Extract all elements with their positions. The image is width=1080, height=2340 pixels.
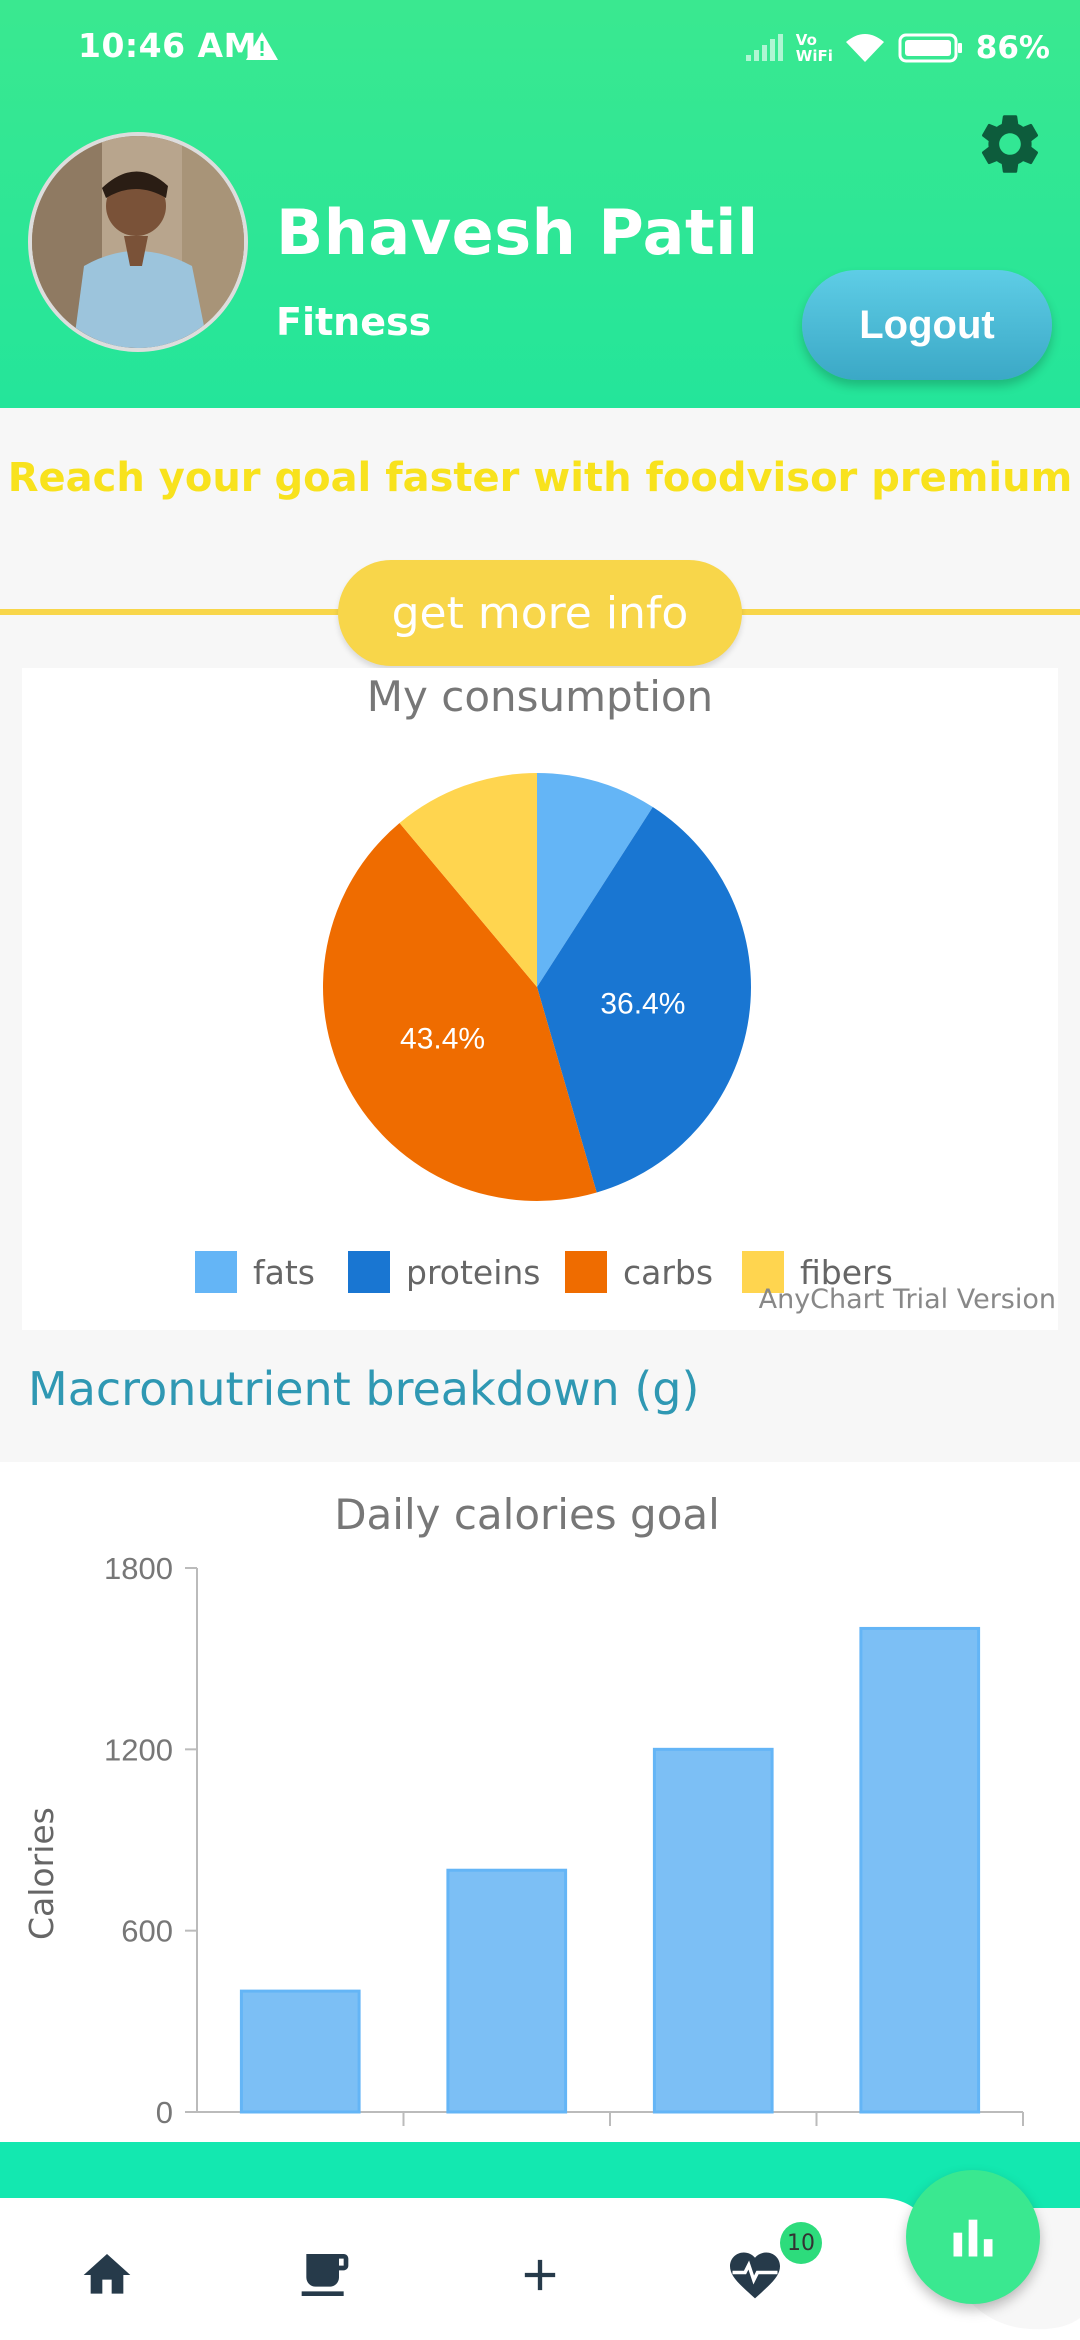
status-right: Vo WiFi 86% xyxy=(744,28,1050,68)
status-time: 10:46 AM xyxy=(78,26,257,65)
legend-item-carbs[interactable]: carbs xyxy=(565,1250,713,1294)
avatar[interactable] xyxy=(28,132,248,352)
pie-chart-title: My consumption xyxy=(366,672,714,721)
gear-icon[interactable] xyxy=(974,108,1046,180)
nav-home[interactable] xyxy=(72,2240,142,2310)
plus-icon xyxy=(524,2259,556,2291)
bar-chart-title: Daily calories goal xyxy=(334,1490,720,1539)
legend-label-proteins: proteins xyxy=(406,1252,541,1292)
macronutrient-heading: Macronutrient breakdown (g) xyxy=(28,1362,700,1416)
legend-swatch-proteins xyxy=(348,1251,390,1293)
calorie-bar-2[interactable] xyxy=(446,1868,568,2114)
get-more-info-button[interactable]: get more info xyxy=(338,560,742,666)
chart-watermark: AnyChart Trial Version xyxy=(758,1284,1056,1315)
legend-item-fats[interactable]: fats xyxy=(195,1250,315,1294)
legend-label-carbs: carbs xyxy=(623,1252,714,1292)
warning-icon xyxy=(246,32,278,60)
nav-health[interactable] xyxy=(720,2240,790,2310)
cup-icon xyxy=(301,2254,349,2296)
profile-name: Bhavesh Patil xyxy=(276,196,759,269)
profile-goal: Fitness xyxy=(276,300,432,344)
calorie-bar-4[interactable] xyxy=(859,1626,981,2114)
legend-swatch-carbs xyxy=(565,1251,607,1293)
y-tick-label: 600 xyxy=(121,1914,173,1949)
legend-item-proteins[interactable]: proteins xyxy=(348,1250,541,1294)
notification-badge: 10 xyxy=(780,2222,822,2264)
profile-header: 10:46 AM Vo WiFi 86% Bhavesh Patil Fitne… xyxy=(0,0,1080,408)
calorie-bar-3[interactable] xyxy=(652,1747,774,2114)
y-tick-label: 1800 xyxy=(104,1551,173,1586)
status-bar: 10:46 AM Vo WiFi 86% xyxy=(0,0,1080,96)
avatar-photo xyxy=(32,136,244,348)
vowifi-label: Vo WiFi xyxy=(795,31,833,65)
battery-percent: 86% xyxy=(975,30,1050,66)
y-tick-label: 0 xyxy=(156,2095,173,2130)
calories-bar-chart[interactable]: 0 600 1200 1800 xyxy=(0,1540,1080,2142)
logout-button[interactable]: Logout xyxy=(802,270,1052,380)
signal-icon xyxy=(745,34,783,61)
promo-text: Reach your goal faster with foodvisor pr… xyxy=(7,455,1073,501)
home-icon xyxy=(83,2254,131,2294)
legend-swatch-fats xyxy=(195,1251,237,1293)
stats-fab-button[interactable] xyxy=(906,2170,1040,2304)
nav-add[interactable] xyxy=(505,2240,575,2310)
wifi-icon xyxy=(845,34,884,62)
legend-label-fats: fats xyxy=(253,1252,315,1292)
calorie-bar-1[interactable] xyxy=(239,1989,361,2114)
heart-pulse-icon xyxy=(730,2252,780,2299)
consumption-chart-card xyxy=(22,668,1058,1330)
bar-chart-icon xyxy=(953,2219,993,2257)
y-tick-label: 1200 xyxy=(104,1732,173,1767)
nav-meals[interactable] xyxy=(290,2240,360,2310)
battery-icon xyxy=(898,33,962,63)
